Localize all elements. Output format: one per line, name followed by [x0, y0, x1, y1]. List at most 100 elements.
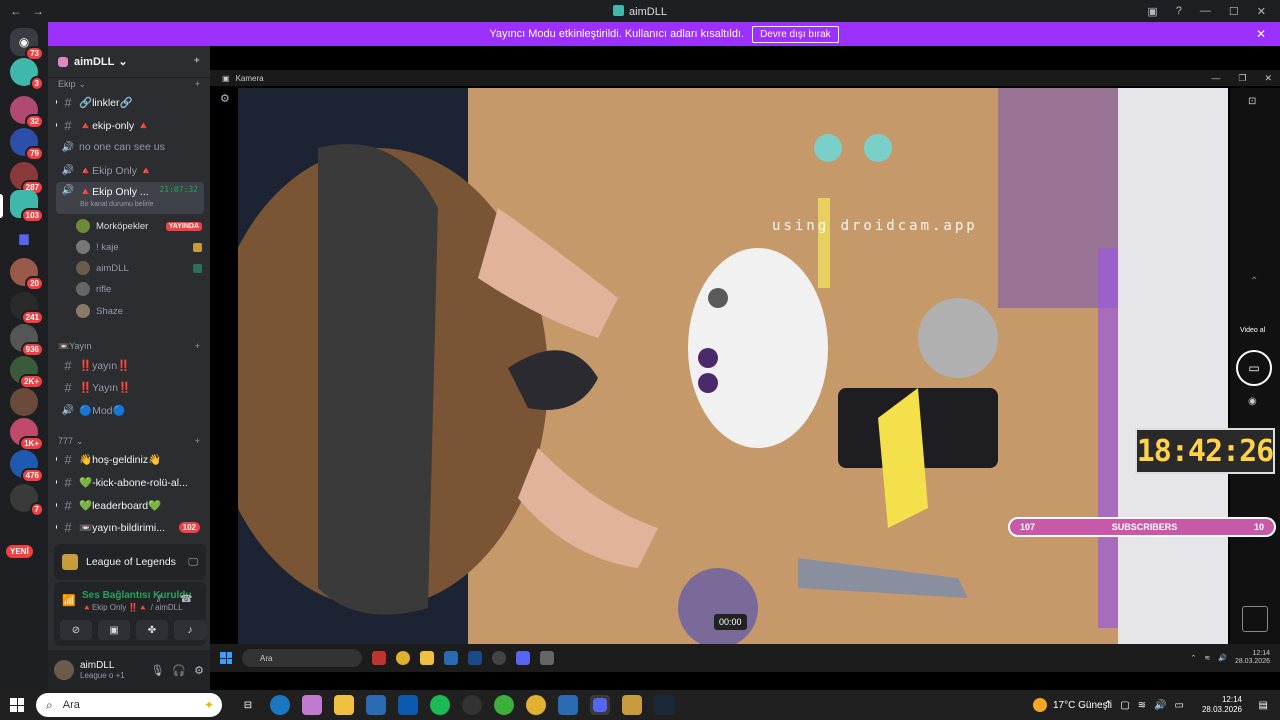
- close-button[interactable]: ✕: [1257, 5, 1266, 18]
- store-icon[interactable]: [366, 695, 386, 715]
- voice-user[interactable]: Morköpekler YAYINDA: [76, 216, 202, 236]
- server-icon[interactable]: 1K+: [10, 418, 44, 451]
- photo-mode-icon[interactable]: ◉: [1248, 396, 1257, 407]
- category-ekip[interactable]: Ekip ⌄ +: [58, 79, 208, 90]
- task-view-icon[interactable]: ⊟: [238, 695, 258, 715]
- direct-messages-icon[interactable]: ◉ 73: [10, 28, 44, 61]
- server-icon[interactable]: 3: [10, 58, 44, 91]
- channel-linkler[interactable]: # 🔗linkler🔗: [56, 92, 204, 112]
- server-icon[interactable]: 20: [10, 258, 44, 291]
- avatar[interactable]: [54, 660, 74, 680]
- voice-channel-no-one[interactable]: 🔊 no one can see us: [56, 137, 204, 157]
- record-video-button[interactable]: ▭: [1236, 350, 1272, 386]
- gallery-thumbnail[interactable]: [1242, 606, 1268, 632]
- camera-minimize-button[interactable]: —: [1211, 73, 1220, 84]
- server-icon-active[interactable]: 103: [10, 190, 44, 223]
- edge-icon[interactable]: [270, 695, 290, 715]
- headphones-icon[interactable]: 🎧: [172, 664, 186, 677]
- volume-icon[interactable]: 🔊: [1154, 700, 1166, 711]
- remote-search-box[interactable]: Ara: [242, 649, 362, 667]
- soundboard-button[interactable]: ♪: [174, 620, 206, 640]
- chrome-icon[interactable]: [396, 651, 410, 665]
- chevron-up-icon[interactable]: ⌃: [1104, 700, 1112, 711]
- settings-icon[interactable]: ⚙: [220, 92, 230, 105]
- channel-yayin-bildirimi[interactable]: # 📼yayın-bildirimi... 102: [56, 517, 204, 537]
- league-of-legends-icon[interactable]: [622, 695, 642, 715]
- mail-icon[interactable]: [398, 695, 418, 715]
- server-header[interactable]: aimDLL ⌄ ⁺: [48, 46, 210, 78]
- server-icon[interactable]: 241: [10, 292, 44, 325]
- invite-icon[interactable]: ⁺: [194, 55, 200, 69]
- app-icon[interactable]: [372, 651, 386, 665]
- disconnect-icon[interactable]: ☎: [180, 594, 192, 605]
- channel-kick-abone[interactable]: # 💚-kick-abone-rolü-al...: [56, 472, 204, 492]
- add-channel-icon[interactable]: +: [195, 436, 200, 447]
- inbox-icon[interactable]: ▣: [1147, 5, 1157, 18]
- camera-restore-button[interactable]: ❐: [1238, 73, 1246, 84]
- help-icon[interactable]: ?: [1176, 5, 1182, 17]
- voice-channel-mod[interactable]: 🔊 🔵Mod🔵: [56, 400, 204, 420]
- channel-hos-geldiniz[interactable]: # 👋hoş-geldiniz👋: [56, 449, 204, 469]
- noise-suppression-icon[interactable]: ⫽: [157, 594, 161, 605]
- channel-yayin-2[interactable]: # ‼️Yayın‼️: [56, 377, 204, 397]
- channel-ekip-only[interactable]: # 🔺ekip-only 🔺: [56, 115, 204, 135]
- voice-user[interactable]: Shaze: [76, 301, 202, 321]
- channel-yayin[interactable]: # ‼️yayın‼️: [56, 355, 204, 375]
- server-icon[interactable]: 476: [10, 450, 44, 483]
- voice-user[interactable]: rifle: [76, 279, 202, 299]
- add-channel-icon[interactable]: +: [195, 341, 200, 352]
- file-explorer-icon[interactable]: [334, 695, 354, 715]
- category-777[interactable]: 777 ⌄ +: [58, 436, 208, 447]
- steam-icon[interactable]: [654, 695, 674, 715]
- obs-icon[interactable]: [492, 651, 506, 665]
- app-icon[interactable]: [494, 695, 514, 715]
- server-icon[interactable]: 936: [10, 324, 44, 357]
- server-icon[interactable]: 79: [10, 128, 44, 161]
- maximize-button[interactable]: ☐: [1229, 5, 1239, 18]
- app-icon[interactable]: [468, 651, 482, 665]
- server-icon[interactable]: 32: [10, 96, 44, 129]
- network-icon[interactable]: ▢: [1120, 700, 1129, 711]
- channel-leaderboard[interactable]: # 💚leaderboard💚: [56, 495, 204, 515]
- camera-close-button[interactable]: ✕: [1264, 73, 1272, 84]
- add-channel-icon[interactable]: +: [195, 79, 200, 90]
- chrome-icon[interactable]: [526, 695, 546, 715]
- app-icon[interactable]: [444, 651, 458, 665]
- app-icon[interactable]: [558, 695, 578, 715]
- taskbar-clock[interactable]: 12:14 28.03.2026: [1202, 695, 1242, 715]
- copilot-icon[interactable]: [302, 695, 322, 715]
- voice-channel-active[interactable]: 🔊 🔺Ekip Only ... 21:07:32 Bir kanal duru…: [56, 182, 204, 214]
- discord-icon[interactable]: [516, 651, 530, 665]
- voice-channel-path[interactable]: 🔺Ekip Only ‼️🔺 / aimDLL: [82, 603, 183, 612]
- camera-off-button[interactable]: ⊘: [60, 620, 92, 640]
- app-icon[interactable]: [462, 695, 482, 715]
- weather-widget[interactable]: 17°C Güneşli: [1033, 698, 1112, 712]
- chevron-up-icon[interactable]: ⌃: [1190, 654, 1196, 662]
- new-unreads-badge[interactable]: YENİ: [6, 545, 33, 558]
- volume-icon[interactable]: 🔊: [1218, 654, 1227, 662]
- windows-start-icon[interactable]: [10, 698, 24, 712]
- camera-app-icon[interactable]: [540, 651, 554, 665]
- server-icon[interactable]: 7: [10, 484, 44, 517]
- microphone-icon[interactable]: 🎙: [150, 664, 164, 677]
- voice-status[interactable]: Ses Bağlantısı Kuruldu: [82, 590, 191, 601]
- gear-icon[interactable]: ⚙: [194, 664, 204, 677]
- server-icon[interactable]: 2K+: [10, 356, 44, 389]
- signal-icon[interactable]: 📶: [62, 594, 76, 607]
- battery-icon[interactable]: ▭: [1175, 700, 1184, 711]
- wifi-icon[interactable]: ≋: [1204, 654, 1210, 662]
- screen-share-icon[interactable]: 🖵: [188, 557, 198, 568]
- notification-icon[interactable]: ▤: [1259, 700, 1268, 711]
- spotify-icon[interactable]: [430, 695, 450, 715]
- disable-streamer-mode-button[interactable]: Devre dışı bırak: [752, 25, 839, 43]
- banner-close-icon[interactable]: ✕: [1256, 27, 1266, 41]
- taskbar-search-box[interactable]: ⌕ Ara ✦: [36, 693, 222, 717]
- category-yayin[interactable]: 📼 Yayın +: [58, 341, 208, 352]
- photo-settings-icon[interactable]: ⊡: [1248, 96, 1256, 107]
- server-icon[interactable]: 287: [10, 162, 44, 195]
- minimize-button[interactable]: —: [1200, 5, 1211, 17]
- voice-channel-ekip-only[interactable]: 🔊 🔺Ekip Only 🔺: [56, 160, 204, 180]
- voice-user[interactable]: aimDLL: [76, 258, 202, 278]
- activity-panel[interactable]: League of Legends 🖵: [54, 544, 206, 580]
- windows-start-icon[interactable]: [220, 652, 232, 664]
